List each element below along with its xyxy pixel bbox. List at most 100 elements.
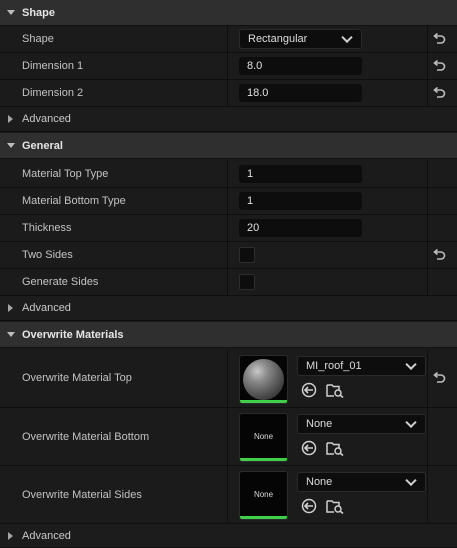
column-divider[interactable] <box>227 215 228 241</box>
column-divider <box>427 215 428 241</box>
section-title: General <box>22 139 63 152</box>
material-top-dropdown[interactable]: MI_roof_01 <box>297 356 426 376</box>
material-sides-dropdown[interactable]: None <box>297 472 426 492</box>
reset-arrow-icon[interactable] <box>432 371 446 385</box>
column-divider <box>427 80 428 106</box>
asset-type-color-bar <box>240 458 287 461</box>
property-row-two-sides: Two Sides <box>0 242 457 269</box>
column-divider[interactable] <box>227 242 228 268</box>
column-divider[interactable] <box>227 408 228 465</box>
column-divider[interactable] <box>227 188 228 214</box>
use-selected-asset-icon[interactable] <box>301 382 317 398</box>
section-title: Overwrite Materials <box>22 328 124 341</box>
dropdown-value: MI_roof_01 <box>306 360 362 372</box>
property-label: Dimension 1 <box>22 60 84 72</box>
advanced-group-shape[interactable]: Advanced <box>0 107 457 132</box>
property-label: Shape <box>22 33 54 45</box>
column-divider <box>427 161 428 187</box>
shape-dropdown[interactable]: Rectangular <box>239 29 362 49</box>
dimension-1-input[interactable]: 8.0 <box>239 57 362 75</box>
chevron-down-icon <box>341 31 353 44</box>
property-row-material-bottom-type: Material Bottom Type 1 <box>0 188 457 215</box>
chevron-down-icon <box>7 143 15 148</box>
property-row-dimension-2: Dimension 2 18.0 <box>0 80 457 107</box>
chevron-down-icon <box>7 10 15 15</box>
property-row-thickness: Thickness 20 <box>0 215 457 242</box>
advanced-label: Advanced <box>22 302 71 314</box>
two-sides-checkbox[interactable] <box>239 247 255 263</box>
reset-arrow-icon[interactable] <box>432 248 446 262</box>
column-divider <box>427 188 428 214</box>
property-row-material-top-type: Material Top Type 1 <box>0 161 457 188</box>
column-divider[interactable] <box>227 269 228 295</box>
property-label: Two Sides <box>22 249 73 261</box>
browse-asset-icon[interactable] <box>326 382 344 398</box>
property-label: Material Bottom Type <box>22 195 126 207</box>
reset-arrow-icon[interactable] <box>432 86 446 100</box>
column-divider <box>427 466 428 523</box>
column-divider <box>427 349 428 407</box>
advanced-group-overwrite[interactable]: Advanced <box>0 524 457 548</box>
thumbnail-none-text: None <box>253 431 274 441</box>
thickness-input[interactable]: 20 <box>239 219 362 237</box>
column-divider <box>427 53 428 79</box>
chevron-down-icon <box>405 416 417 429</box>
dimension-2-input[interactable]: 18.0 <box>239 84 362 102</box>
column-divider[interactable] <box>227 26 228 52</box>
browse-asset-icon[interactable] <box>326 440 344 456</box>
chevron-right-icon <box>8 115 13 123</box>
generate-sides-checkbox[interactable] <box>239 274 255 290</box>
asset-type-color-bar <box>240 400 287 403</box>
dropdown-value: None <box>306 418 333 430</box>
column-divider[interactable] <box>227 80 228 106</box>
property-row-generate-sides: Generate Sides <box>0 269 457 296</box>
section-title: Shape <box>22 6 56 19</box>
property-label: Thickness <box>22 222 72 234</box>
property-label: Overwrite Material Top <box>22 372 132 384</box>
material-bottom-dropdown[interactable]: None <box>297 414 426 434</box>
chevron-down-icon <box>405 358 417 371</box>
material-thumbnail[interactable]: None <box>239 471 288 520</box>
thumbnail-none-text: None <box>253 489 274 499</box>
dropdown-value: Rectangular <box>248 33 308 45</box>
chevron-right-icon <box>8 531 13 540</box>
material-bottom-type-input[interactable]: 1 <box>239 192 362 210</box>
use-selected-asset-icon[interactable] <box>301 440 317 456</box>
advanced-label: Advanced <box>22 529 71 542</box>
property-row-overwrite-material-sides: Overwrite Material Sides None None <box>0 466 457 524</box>
property-label: Overwrite Material Sides <box>22 488 142 501</box>
use-selected-asset-icon[interactable] <box>301 498 317 514</box>
property-label: Dimension 2 <box>22 87 84 99</box>
property-label: Overwrite Material Bottom <box>22 430 150 443</box>
dropdown-value: None <box>306 476 333 488</box>
section-header-overwrite-materials[interactable]: Overwrite Materials <box>0 322 457 348</box>
column-divider <box>427 269 428 295</box>
material-preview-sphere <box>243 359 284 400</box>
property-row-shape: Shape Rectangular <box>0 26 457 53</box>
asset-type-color-bar <box>240 516 287 519</box>
column-divider[interactable] <box>227 466 228 523</box>
browse-asset-icon[interactable] <box>326 498 344 514</box>
column-divider[interactable] <box>227 349 228 407</box>
section-header-shape[interactable]: Shape <box>0 0 457 26</box>
chevron-down-icon <box>7 332 15 337</box>
column-divider <box>427 408 428 465</box>
column-divider[interactable] <box>227 53 228 79</box>
material-thumbnail[interactable]: None <box>239 413 288 462</box>
column-divider[interactable] <box>227 161 228 187</box>
chevron-down-icon <box>405 474 417 487</box>
material-top-type-input[interactable]: 1 <box>239 165 362 183</box>
property-row-dimension-1: Dimension 1 8.0 <box>0 53 457 80</box>
material-thumbnail[interactable] <box>239 355 288 404</box>
column-divider <box>427 242 428 268</box>
details-panel: Shape Shape Rectangular Dimension 1 8.0 … <box>0 0 457 548</box>
property-row-overwrite-material-top: Overwrite Material Top MI_roof_01 <box>0 349 457 408</box>
advanced-label: Advanced <box>22 113 71 125</box>
reset-arrow-icon[interactable] <box>432 32 446 46</box>
section-header-general[interactable]: General <box>0 133 457 159</box>
property-row-overwrite-material-bottom: Overwrite Material Bottom None None <box>0 408 457 466</box>
reset-arrow-icon[interactable] <box>432 59 446 73</box>
property-label: Material Top Type <box>22 168 109 180</box>
property-label: Generate Sides <box>22 276 99 288</box>
advanced-group-general[interactable]: Advanced <box>0 296 457 321</box>
